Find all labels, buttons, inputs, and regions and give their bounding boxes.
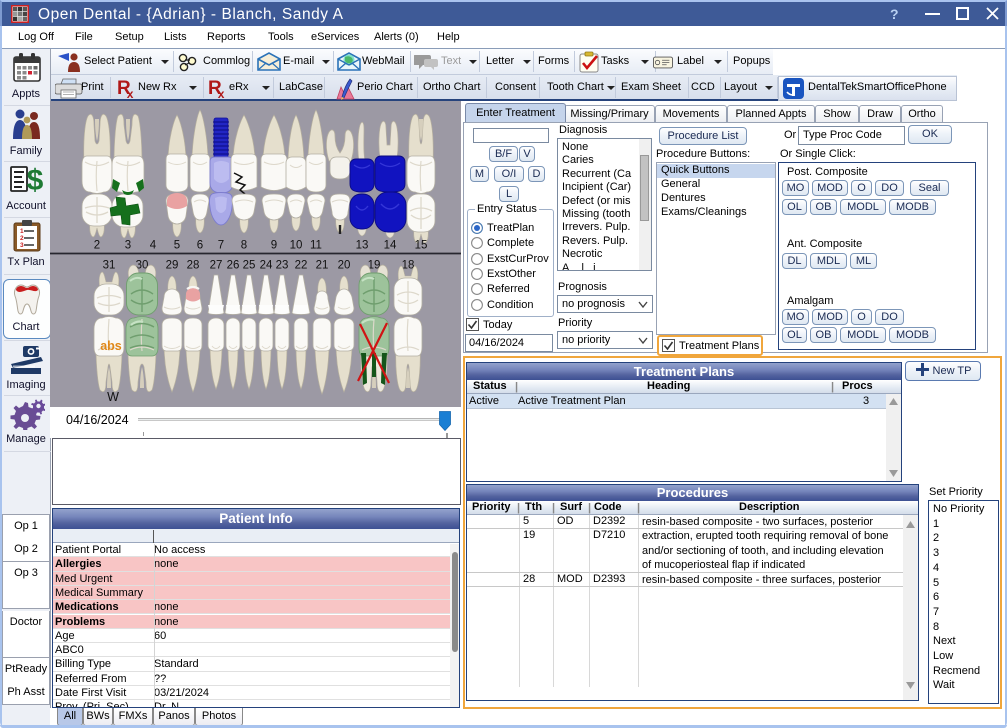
svg-text:27: 27 xyxy=(210,260,223,272)
svg-text:11: 11 xyxy=(310,240,322,252)
svg-text:8: 8 xyxy=(241,240,247,252)
svg-text:abs: abs xyxy=(100,339,122,353)
svg-text:20: 20 xyxy=(338,260,351,272)
svg-text:13: 13 xyxy=(356,240,369,252)
svg-text:$: $ xyxy=(27,164,44,195)
svg-text:2: 2 xyxy=(94,240,100,252)
svg-text:7: 7 xyxy=(218,240,224,252)
svg-text:6: 6 xyxy=(197,240,203,252)
svg-text:1: 1 xyxy=(20,228,24,235)
svg-text:21: 21 xyxy=(316,260,329,272)
svg-text:22: 22 xyxy=(295,260,308,272)
svg-text:3: 3 xyxy=(125,240,131,252)
svg-text:5: 5 xyxy=(174,240,180,252)
svg-text:9: 9 xyxy=(271,240,277,252)
svg-text:3: 3 xyxy=(20,242,24,249)
svg-text:29: 29 xyxy=(166,260,179,272)
svg-text:15: 15 xyxy=(415,240,428,252)
svg-text:10: 10 xyxy=(290,240,303,252)
svg-text:23: 23 xyxy=(276,260,289,272)
svg-text:2: 2 xyxy=(20,235,24,242)
svg-text:14: 14 xyxy=(384,240,397,252)
svg-text:24: 24 xyxy=(260,260,273,272)
svg-text:31: 31 xyxy=(103,260,116,272)
svg-text:25: 25 xyxy=(243,260,256,272)
svg-text:28: 28 xyxy=(187,260,200,272)
svg-text:W: W xyxy=(107,390,119,404)
svg-text:4: 4 xyxy=(150,240,157,252)
svg-text:26: 26 xyxy=(227,260,240,272)
